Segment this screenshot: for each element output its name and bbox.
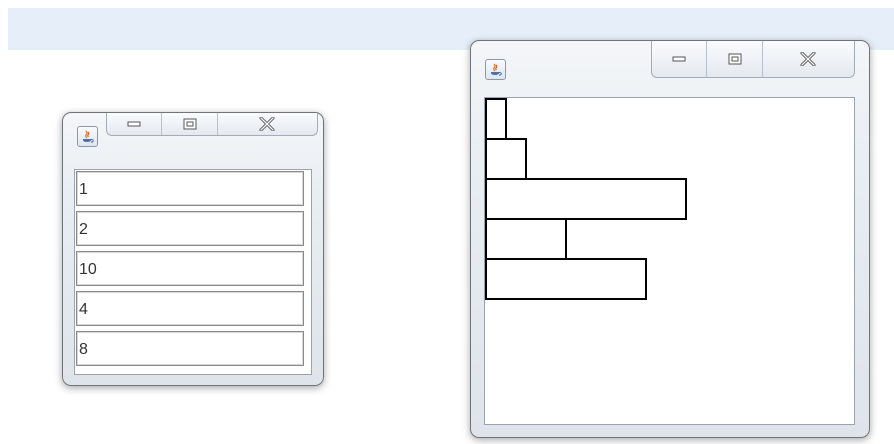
window-caption-buttons [106,113,318,136]
number-field-3[interactable]: 10 [76,251,304,286]
java-coffee-cup-icon[interactable] [485,59,506,80]
number-field-5[interactable]: 8 [76,331,304,366]
number-field-4[interactable]: 4 [76,291,304,326]
bar-4 [485,218,567,260]
bar-3 [485,178,687,220]
number-field-1[interactable]: 1 [76,171,304,206]
close-icon [800,52,817,66]
maximize-button[interactable] [162,113,218,135]
bar-2 [485,138,527,180]
maximize-icon [183,118,197,130]
number-field-2[interactable]: 2 [76,211,304,246]
close-button[interactable] [218,113,317,135]
maximize-button[interactable] [707,41,763,77]
minimize-icon [672,56,686,62]
minimize-icon [127,121,141,127]
java-coffee-cup-icon[interactable] [77,126,98,147]
close-button[interactable] [763,41,854,77]
bar-chart-canvas [484,97,855,425]
maximize-icon [728,53,742,65]
close-icon [259,117,276,131]
bar-5 [485,258,647,300]
window-caption-buttons [651,41,855,78]
minimize-button[interactable] [107,113,163,135]
minimize-button[interactable] [652,41,708,77]
bar-chart-window [470,40,870,438]
bar-1 [485,98,507,140]
